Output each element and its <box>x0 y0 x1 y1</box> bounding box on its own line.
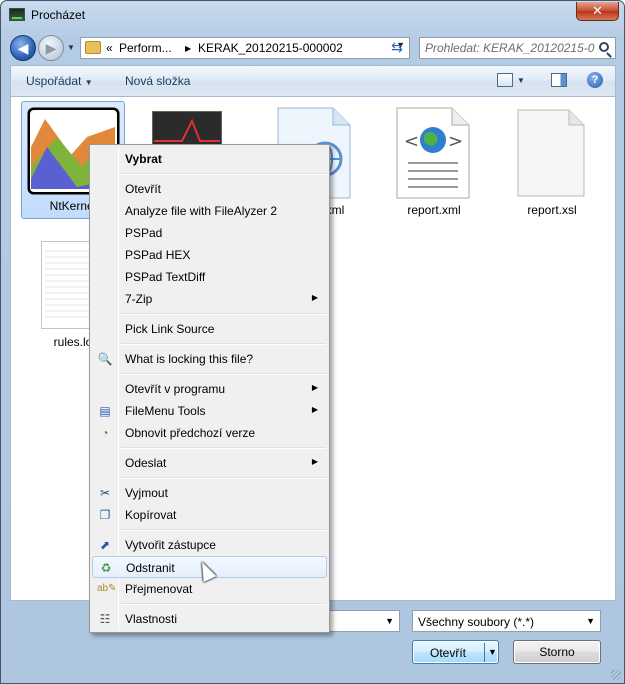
recent-locations-dropdown[interactable]: ▼ <box>67 43 77 53</box>
open-button[interactable]: Otevřít ▼ <box>412 640 499 664</box>
svg-text:<: < <box>404 131 419 152</box>
close-button[interactable]: ✕ <box>576 2 619 21</box>
restore-versions-icon: ◔ <box>101 426 109 440</box>
submenu-arrow-icon: ▶ <box>311 383 318 392</box>
view-options-arrow[interactable]: ▼ <box>517 76 525 85</box>
change-view-icon[interactable] <box>497 73 513 87</box>
chevron-down-icon[interactable]: ▼ <box>586 616 595 626</box>
split-divider <box>484 643 485 662</box>
preview-pane-icon[interactable] <box>551 73 567 87</box>
magnifier-gear-icon: 🔍 <box>97 352 113 366</box>
search-placeholder: Prohledat: KERAK_20120215-0... <box>425 41 595 55</box>
file-item[interactable]: < > report.xml <box>385 107 483 217</box>
navigation-bar: ◀ ▶ ▼ « Perform... ▶ KERAK_20120215-0000… <box>1 31 624 65</box>
menu-item-pspad[interactable]: PSPad <box>92 222 327 244</box>
file-type-value: Všechny soubory (*.*) <box>418 615 535 629</box>
menu-item-open-with[interactable]: Otevřít v programu ▶ <box>92 378 327 400</box>
menu-separator <box>121 447 326 449</box>
submenu-arrow-icon: ▶ <box>311 457 318 466</box>
menu-item-open[interactable]: Otevřít <box>92 178 327 200</box>
copy-icon: ❐ <box>99 508 111 522</box>
menu-item-pspad-hex[interactable]: PSPad HEX <box>92 244 327 266</box>
menu-item-create-shortcut[interactable]: ⬈ Vytvořit zástupce <box>92 534 327 556</box>
breadcrumb-separator[interactable]: ▶ <box>185 44 191 53</box>
menu-separator <box>121 173 326 175</box>
menu-item-what-is-locking[interactable]: 🔍 What is locking this file? <box>92 348 327 370</box>
menu-item-properties[interactable]: ☷ Vlastnosti <box>92 608 327 630</box>
shortcut-icon: ⬈ <box>99 538 111 552</box>
breadcrumb-overflow[interactable]: « <box>106 41 113 55</box>
svg-text:>: > <box>448 131 463 152</box>
file-open-dialog: Procházet ✕ ◀ ▶ ▼ « Perform... ▶ KERAK_2… <box>0 0 625 684</box>
menu-item-pspad-textdiff[interactable]: PSPad TextDiff <box>92 266 327 288</box>
menu-item-send-to[interactable]: Odeslat ▶ <box>92 452 327 474</box>
properties-icon: ☷ <box>99 612 111 626</box>
search-icon[interactable] <box>599 42 609 52</box>
xml-document-icon: < > <box>396 107 470 199</box>
scissors-icon: ✂ <box>99 486 111 500</box>
back-button[interactable]: ◀ <box>10 35 36 61</box>
menu-separator <box>121 477 326 479</box>
menu-separator <box>121 529 326 531</box>
menu-item-restore-versions[interactable]: ◔ Obnovit předchozí verze <box>92 422 327 444</box>
refresh-icon[interactable]: ⇆ <box>387 39 407 57</box>
submenu-arrow-icon: ▶ <box>311 405 318 414</box>
title-bar: Procházet ✕ <box>1 1 624 31</box>
open-button-label: Otevřít <box>429 646 466 660</box>
context-menu: Vybrat Otevřít Analyze file with FileAly… <box>89 144 330 633</box>
file-type-select[interactable]: Všechny soubory (*.*) ▼ <box>412 610 601 632</box>
menu-item-7zip[interactable]: 7-Zip ▶ <box>92 288 327 310</box>
menu-separator <box>121 313 326 315</box>
window-title: Procházet <box>31 8 86 22</box>
filemenu-tools-icon: ▤ <box>99 404 111 418</box>
new-folder-button[interactable]: Nová složka <box>125 74 190 88</box>
blank-document-icon <box>517 109 585 197</box>
cancel-button[interactable]: Storno <box>513 640 601 664</box>
breadcrumb-item[interactable]: KERAK_20120215-000002 <box>198 41 343 55</box>
menu-item-copy[interactable]: ❐ Kopírovat <box>92 504 327 526</box>
command-bar: Uspořádat ▼ Nová složka ▼ ? <box>10 65 616 96</box>
menu-item-select[interactable]: Vybrat <box>92 148 327 170</box>
search-box[interactable]: Prohledat: KERAK_20120215-0... <box>419 37 616 59</box>
menu-separator <box>121 603 326 605</box>
resize-grip[interactable] <box>611 670 621 680</box>
file-name: report.xml <box>407 203 461 217</box>
open-options-arrow[interactable]: ▼ <box>488 647 497 657</box>
file-name-dropdown-arrow[interactable]: ▼ <box>385 616 394 626</box>
menu-separator <box>121 373 326 375</box>
menu-item-rename[interactable]: ab✎ Přejmenovat <box>92 578 327 600</box>
menu-item-filemenu-tools[interactable]: ▤ FileMenu Tools ▶ <box>92 400 327 422</box>
folder-icon <box>85 41 101 54</box>
breadcrumb-item[interactable]: Perform... <box>119 41 172 55</box>
recycle-bin-icon: ♻ <box>100 561 112 575</box>
file-name: report.xsl <box>527 203 577 217</box>
menu-separator <box>121 343 326 345</box>
address-bar[interactable]: « Perform... ▶ KERAK_20120215-000002 ▼ <box>80 37 410 59</box>
menu-item-pick-link-source[interactable]: Pick Link Source <box>92 318 327 340</box>
organize-button[interactable]: Uspořádat ▼ <box>26 74 93 88</box>
file-name-input[interactable]: ▼ <box>328 610 400 632</box>
menu-item-cut[interactable]: ✂ Vyjmout <box>92 482 327 504</box>
rename-icon: ab✎ <box>97 583 117 594</box>
performance-monitor-icon <box>9 8 25 21</box>
file-item[interactable]: report.xsl <box>503 107 601 217</box>
help-icon[interactable]: ? <box>587 72 603 88</box>
menu-item-filealyzer[interactable]: Analyze file with FileAlyzer 2 <box>92 200 327 222</box>
submenu-arrow-icon: ▶ <box>311 293 318 302</box>
forward-button[interactable]: ▶ <box>38 35 64 61</box>
